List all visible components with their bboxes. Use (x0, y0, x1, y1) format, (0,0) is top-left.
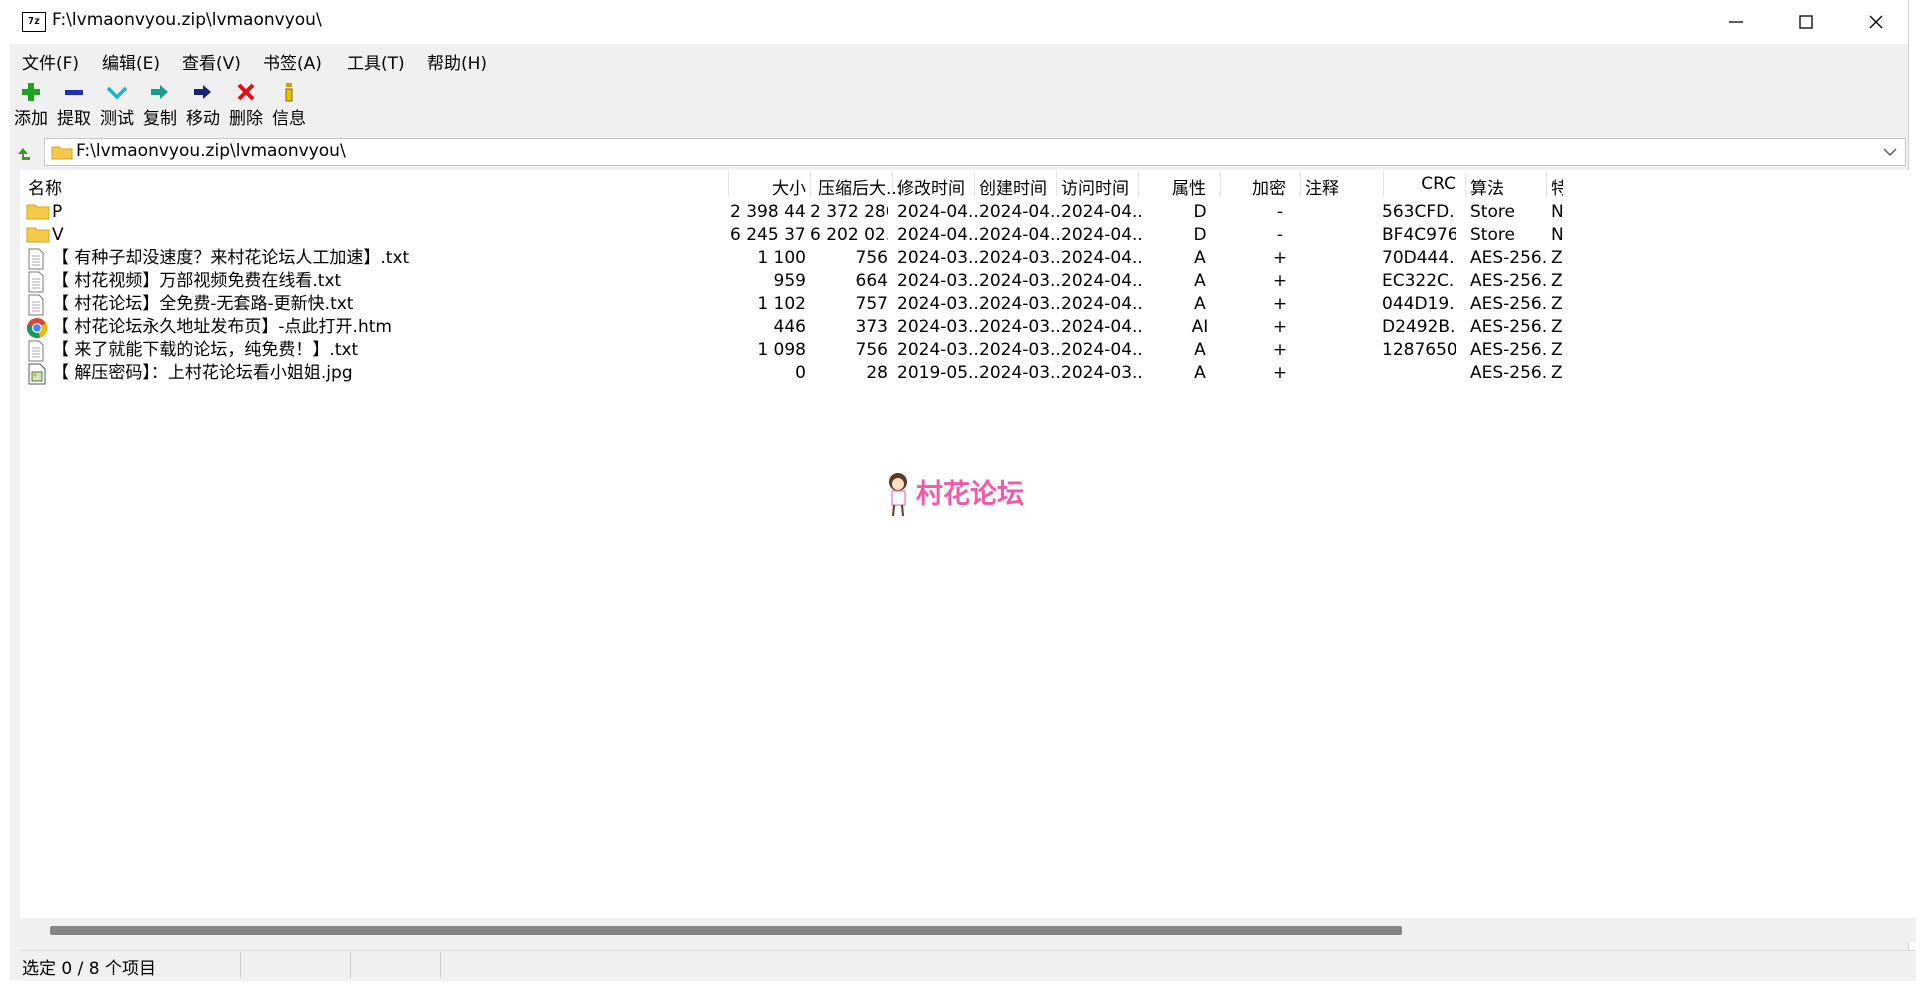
title-bar: 7z F:\lvmaonvyou.zip\lvmaonvyou\ (10, 0, 1908, 44)
accessed-cell: 2024-03... (1061, 363, 1141, 383)
folder-icon (51, 146, 73, 160)
column-separator[interactable] (1220, 172, 1221, 196)
add-button[interactable]: 添加 (10, 78, 52, 134)
up-arrow-icon (18, 148, 30, 160)
move-label: 移动 (186, 109, 220, 129)
girl-mascot-icon (889, 473, 907, 517)
menu-edit[interactable]: 编辑(E) (102, 49, 160, 74)
status-separator (350, 952, 351, 978)
minimize-button[interactable] (1702, 0, 1770, 44)
column-separator[interactable] (1138, 172, 1139, 196)
info-icon (285, 83, 293, 102)
menu-bookmarks[interactable]: 书签(A) (263, 49, 322, 74)
maximize-button[interactable] (1772, 0, 1840, 44)
close-icon (1869, 15, 1883, 29)
delete-x-icon (237, 83, 255, 101)
maximize-icon (1799, 15, 1813, 29)
window-title: F:\lvmaonvyou.zip\lvmaonvyou\ (52, 10, 322, 30)
column-separator[interactable] (1300, 172, 1301, 196)
size-cell: 0 (795, 363, 806, 383)
menu-help[interactable]: 帮助(H) (427, 49, 487, 74)
chevron-down-icon[interactable] (1883, 147, 1897, 157)
created-cell: 2024-03... (979, 363, 1059, 383)
column-separator[interactable] (728, 172, 729, 196)
text-file-icon (26, 271, 50, 293)
encrypted-cell: + (1272, 363, 1288, 383)
column-separator[interactable] (810, 172, 811, 196)
horizontal-scroll-thumb[interactable] (50, 926, 1402, 935)
status-separator (240, 952, 241, 978)
column-separator[interactable] (974, 172, 975, 196)
watermark-text: 村花论坛 (916, 479, 1024, 510)
minus-icon (65, 90, 83, 95)
move-arrow-icon (194, 85, 211, 99)
check-icon (106, 86, 128, 100)
modified-cell: 2019-05... (897, 363, 977, 383)
info-button[interactable]: 信息 (268, 78, 310, 134)
menu-view[interactable]: 查看(V) (182, 49, 241, 74)
up-folder-button[interactable] (12, 142, 34, 164)
column-comment[interactable]: 注释 (1305, 174, 1339, 202)
move-button[interactable]: 移动 (182, 78, 224, 134)
delete-button[interactable]: 删除 (225, 78, 267, 134)
browser-icon (26, 317, 50, 339)
characteristics-cell: Z (1551, 363, 1563, 383)
info-label: 信息 (272, 109, 306, 129)
copy-button[interactable]: 复制 (139, 78, 181, 134)
status-bar (20, 950, 1916, 981)
column-separator[interactable] (1465, 172, 1466, 196)
column-separator[interactable] (1546, 172, 1547, 196)
column-separator[interactable] (1383, 172, 1384, 196)
text-file-icon (26, 294, 50, 316)
menu-file[interactable]: 文件(F) (22, 49, 79, 74)
plus-icon (22, 83, 40, 101)
add-label: 添加 (14, 109, 48, 129)
folder-icon (26, 225, 50, 247)
text-file-icon (26, 248, 50, 270)
image-file-icon (26, 363, 50, 385)
column-separator[interactable] (892, 172, 893, 196)
extract-button[interactable]: 提取 (53, 78, 95, 134)
close-button[interactable] (1842, 0, 1910, 44)
status-separator (440, 952, 441, 978)
app-logo-icon: 7z (22, 12, 46, 32)
archive-window: 7z F:\lvmaonvyou.zip\lvmaonvyou\ 文件(F) 编… (10, 0, 1916, 981)
path-text: F:\lvmaonvyou.zip\lvmaonvyou\ (76, 141, 346, 161)
test-label: 测试 (100, 109, 134, 129)
attributes-cell: A (1194, 363, 1206, 383)
folder-icon (26, 202, 50, 224)
crc-cell (1382, 359, 1456, 387)
file-name-cell[interactable]: 【 解压密码】：上村花论坛看小姐姐.jpg (52, 359, 353, 387)
delete-label: 删除 (229, 109, 263, 129)
minimize-icon (1729, 21, 1743, 23)
toolbar: 添加 提取 测试 复制 移动 删除 信息 (10, 76, 1908, 137)
copy-label: 复制 (143, 109, 177, 129)
selection-status: 选定 0 / 8 个项目 (22, 959, 156, 979)
column-separator[interactable] (1056, 172, 1057, 196)
extract-label: 提取 (57, 109, 91, 129)
copy-arrow-icon (151, 85, 168, 99)
packed-size-cell: 28 (866, 363, 888, 383)
mascot-illustration (885, 472, 913, 520)
text-file-icon (26, 340, 50, 362)
menu-bar: 文件(F) 编辑(E) 查看(V) 书签(A) 工具(T) 帮助(H) (10, 44, 1908, 77)
test-button[interactable]: 测试 (96, 78, 138, 134)
menu-tools[interactable]: 工具(T) (347, 49, 405, 74)
method-cell: AES-256... (1470, 363, 1546, 383)
